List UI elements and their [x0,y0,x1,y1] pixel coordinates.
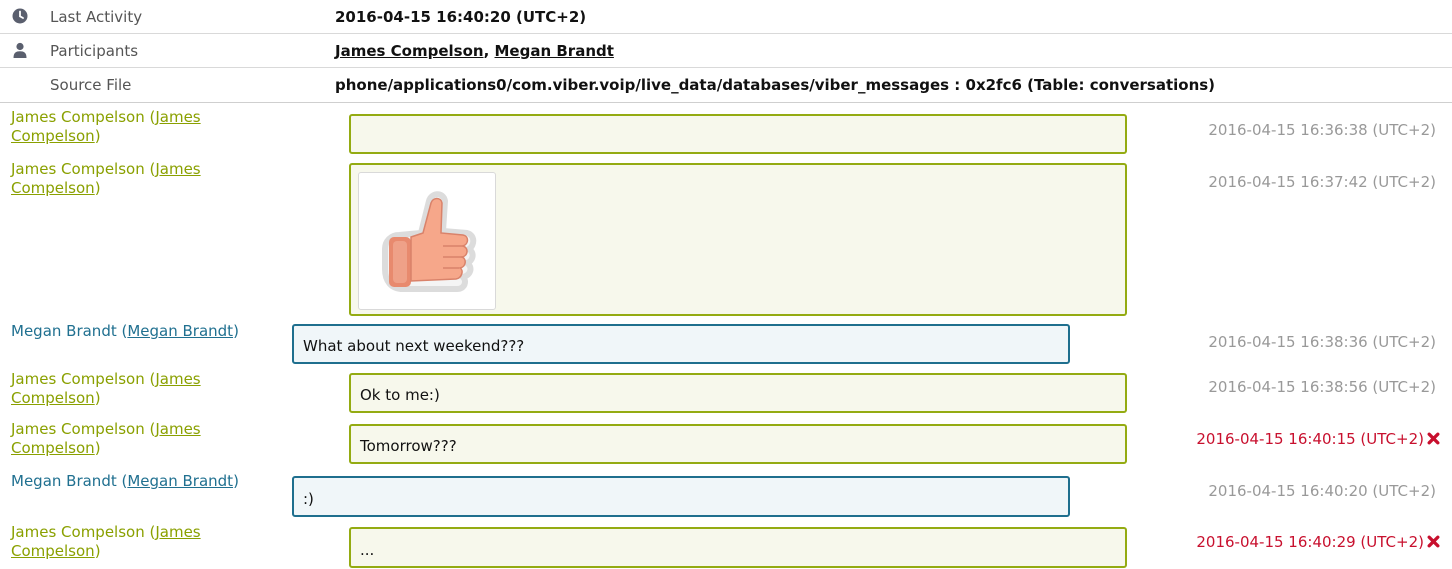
message-timestamp: 2016-04-15 16:38:56 (UTC+2) [1208,378,1436,396]
sender-name: Megan Brandt [11,472,117,490]
message-bubble: What about next weekend??? [292,324,1070,364]
source-file-value: phone/applications0/com.viber.voip/live_… [335,76,1216,94]
chat-report: Last Activity 2016-04-15 16:40:20 (UTC+2… [0,0,1452,569]
message-timestamp: 2016-04-15 16:36:38 (UTC+2) [1208,121,1436,139]
message-sender: Megan Brandt (Megan Brandt) [11,322,239,340]
message-text: Ok to me:) [360,386,440,404]
message-sender: James Compelson (James Compelson) [11,420,201,457]
message-bubble: Tomorrow??? [349,424,1127,464]
info-row-source-file: Source File phone/applications0/com.vibe… [0,68,1452,103]
participant-link-megan[interactable]: Megan Brandt [495,42,614,60]
message-bubble: :) [292,476,1070,517]
sender-link[interactable]: Megan Brandt [127,472,233,490]
clock-icon [12,8,28,24]
participants-value: James Compelson, Megan Brandt [335,42,614,60]
participants-label: Participants [50,42,139,60]
message-timestamp: 2016-04-15 16:37:42 (UTC+2) [1208,173,1436,191]
message-text: What about next weekend??? [303,337,525,355]
message-bubble: Ok to me:) [349,373,1127,413]
thumbs-up-icon [382,191,477,292]
message-sender: James Compelson (James Compelson) [11,523,201,560]
sender-name: James Compelson [11,160,145,178]
message-bubble [349,163,1127,316]
close-x-icon [1427,432,1440,445]
message-sender: James Compelson (James Compelson) [11,370,201,407]
sender-name: James Compelson [11,420,145,438]
last-activity-value: 2016-04-15 16:40:20 (UTC+2) [335,8,587,26]
message-text: Tomorrow??? [360,437,457,455]
message-sender: Megan Brandt (Megan Brandt) [11,472,239,490]
sender-name: Megan Brandt [11,322,117,340]
last-activity-label: Last Activity [50,8,143,26]
info-row-participants: Participants James Compelson, Megan Bran… [0,34,1452,68]
sender-name: James Compelson [11,370,145,388]
source-file-label: Source File [50,76,132,94]
message-bubble: ... [349,527,1127,568]
message-timestamp-deleted: 2016-04-15 16:40:15 (UTC+2) [1196,430,1440,448]
sender-link[interactable]: Megan Brandt [127,322,233,340]
participant-link-james[interactable]: James Compelson [335,42,484,60]
user-icon [13,42,27,58]
sender-name: James Compelson [11,523,145,541]
message-text: :) [303,490,314,508]
message-sender: James Compelson (James Compelson) [11,108,201,145]
message-timestamp: 2016-04-15 16:40:20 (UTC+2) [1208,482,1436,500]
info-row-last-activity: Last Activity 2016-04-15 16:40:20 (UTC+2… [0,0,1452,34]
participant-separator: , [483,42,495,60]
message-sender: James Compelson (James Compelson) [11,160,201,197]
timestamp-text: 2016-04-15 16:40:29 (UTC+2) [1196,533,1424,551]
close-x-icon [1427,535,1440,548]
sender-name: James Compelson [11,108,145,126]
message-timestamp: 2016-04-15 16:38:36 (UTC+2) [1208,333,1436,351]
message-bubble [349,114,1127,154]
message-text: ... [360,541,375,559]
timestamp-text: 2016-04-15 16:40:15 (UTC+2) [1196,430,1424,448]
sticker-attachment[interactable] [358,172,496,310]
message-timestamp-deleted: 2016-04-15 16:40:29 (UTC+2) [1196,533,1440,551]
